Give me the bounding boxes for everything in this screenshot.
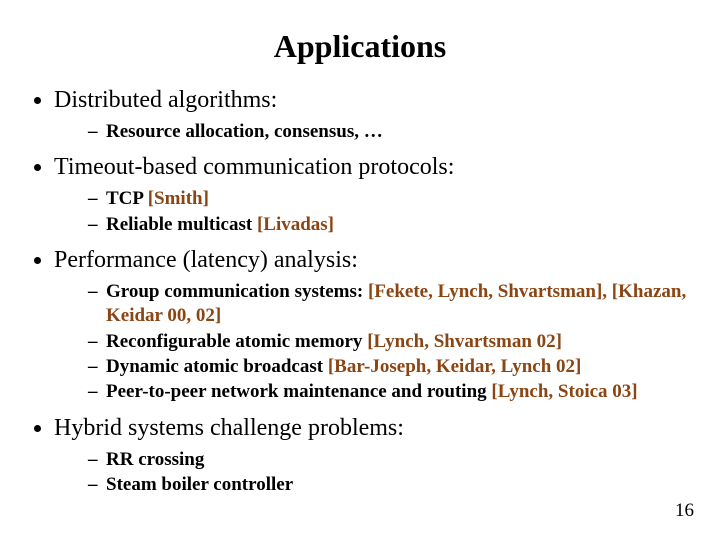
sub-item-text: Reliable multicast: [106, 214, 257, 235]
sub-list: Resource allocation, consensus, …: [54, 120, 700, 144]
bullet-heading: Hybrid systems challenge problems:: [54, 415, 404, 441]
bullet-hybrid-systems: Hybrid systems challenge problems: RR cr…: [54, 415, 700, 498]
sub-item-text: Dynamic atomic broadcast: [106, 356, 328, 377]
sub-item: TCP [Smith]: [88, 187, 700, 211]
sub-item-text: Group communication systems:: [106, 281, 368, 302]
sub-list: Group communication systems: [Fekete, Ly…: [54, 280, 700, 405]
citation: [Lynch, Shvartsman 02]: [367, 331, 562, 352]
sub-item-text: TCP: [106, 188, 148, 209]
bullet-list: Distributed algorithms: Resource allocat…: [20, 87, 700, 497]
sub-item: Resource allocation, consensus, …: [88, 120, 700, 144]
sub-item: Peer-to-peer network maintenance and rou…: [88, 380, 700, 404]
sub-item-text: Steam boiler controller: [106, 474, 293, 495]
sub-list: RR crossing Steam boiler controller: [54, 448, 700, 498]
sub-item-text: Resource allocation, consensus, …: [106, 121, 383, 142]
slide: Applications Distributed algorithms: Res…: [0, 0, 720, 540]
bullet-timeout-protocols: Timeout-based communication protocols: T…: [54, 154, 700, 237]
bullet-distributed-algorithms: Distributed algorithms: Resource allocat…: [54, 87, 700, 144]
sub-item: RR crossing: [88, 448, 700, 472]
sub-item-text: Peer-to-peer network maintenance and rou…: [106, 381, 491, 402]
bullet-heading: Performance (latency) analysis:: [54, 247, 358, 273]
citation: [Smith]: [148, 188, 209, 209]
sub-item: Reconfigurable atomic memory [Lynch, Shv…: [88, 330, 700, 354]
sub-item-text: Reconfigurable atomic memory: [106, 331, 367, 352]
bullet-heading: Timeout-based communication protocols:: [54, 154, 454, 180]
citation: [Bar-Joseph, Keidar, Lynch 02]: [328, 356, 582, 377]
sub-item: Reliable multicast [Livadas]: [88, 213, 700, 237]
page-number: 16: [675, 500, 694, 522]
slide-title: Applications: [20, 28, 700, 65]
citation: [Lynch, Stoica 03]: [491, 381, 637, 402]
bullet-performance-analysis: Performance (latency) analysis: Group co…: [54, 247, 700, 405]
sub-item: Steam boiler controller: [88, 473, 700, 497]
sub-list: TCP [Smith] Reliable multicast [Livadas]: [54, 187, 700, 237]
sub-item: Dynamic atomic broadcast [Bar-Joseph, Ke…: [88, 355, 700, 379]
sub-item: Group communication systems: [Fekete, Ly…: [88, 280, 700, 329]
sub-item-text: RR crossing: [106, 449, 204, 470]
bullet-heading: Distributed algorithms:: [54, 87, 277, 113]
citation: [Livadas]: [257, 214, 334, 235]
